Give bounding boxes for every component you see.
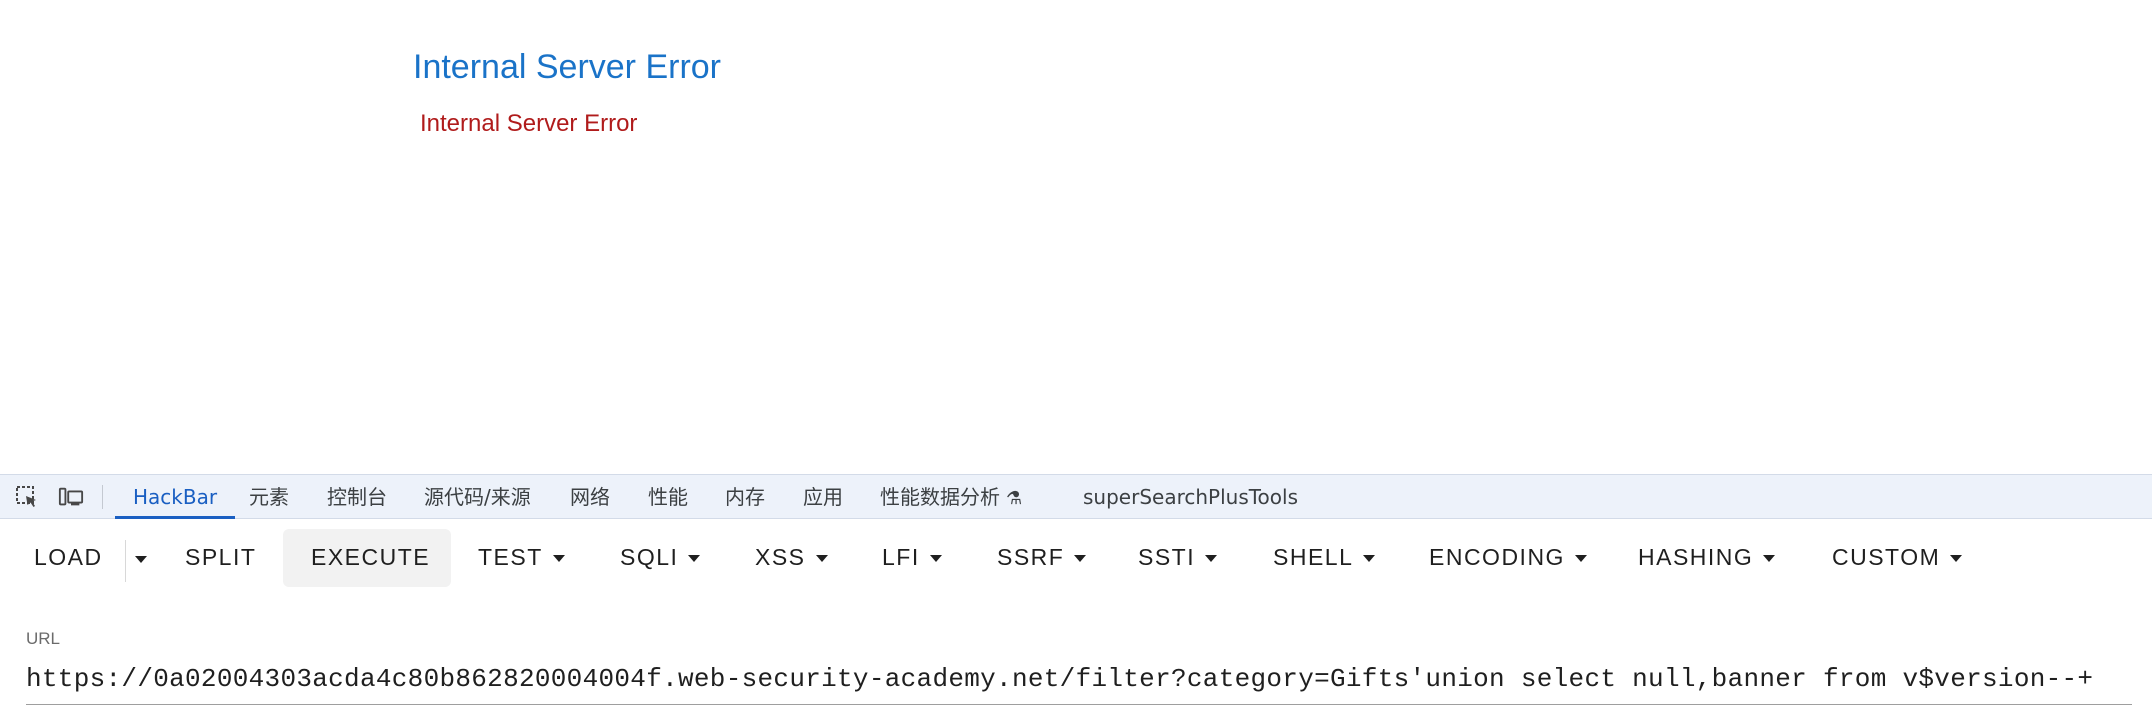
inspect-element-icon[interactable] [14,484,40,510]
tab-performance[interactable]: 性能 [648,475,688,519]
shell-dropdown[interactable]: SHELL [1273,530,1376,584]
chevron-down-icon [688,555,701,563]
ssrf-label: SSRF [997,544,1065,570]
page-title: Internal Server Error [413,48,721,86]
sqli-label: SQLI [620,544,679,570]
tab-supersearchplustools[interactable]: superSearchPlusTools [1083,475,1298,519]
execute-button[interactable]: EXECUTE [311,530,430,584]
encoding-label: ENCODING [1429,544,1565,570]
tab-sources[interactable]: 源代码/来源 [424,475,531,519]
chevron-down-icon [1574,555,1587,563]
ssti-dropdown[interactable]: SSTI [1138,530,1218,584]
load-divider [125,540,126,582]
lfi-label: LFI [882,544,920,570]
tab-console[interactable]: 控制台 [327,475,387,519]
tab-network[interactable]: 网络 [570,475,610,519]
chevron-down-icon [1363,555,1376,563]
hashing-label: HASHING [1638,544,1754,570]
ssti-label: SSTI [1138,544,1196,570]
custom-label: CUSTOM [1832,544,1941,570]
toolbar-divider [102,485,103,509]
sqli-dropdown[interactable]: SQLI [620,530,701,584]
chevron-down-icon [929,555,942,563]
chevron-down-icon [1074,555,1087,563]
tab-memory[interactable]: 内存 [725,475,765,519]
ssrf-dropdown[interactable]: SSRF [997,530,1087,584]
custom-dropdown[interactable]: CUSTOM [1832,530,1963,584]
encoding-dropdown[interactable]: ENCODING [1429,530,1587,584]
lfi-dropdown[interactable]: LFI [882,530,942,584]
tab-application[interactable]: 应用 [803,475,843,519]
xss-dropdown[interactable]: XSS [755,530,828,584]
chevron-down-icon [815,555,828,563]
device-toolbar-icon[interactable] [58,484,84,510]
load-dropdown-caret-icon[interactable] [135,556,147,563]
xss-label: XSS [755,544,806,570]
chevron-down-icon [1950,555,1963,563]
load-button[interactable]: LOAD [34,530,103,584]
test-dropdown[interactable]: TEST [478,530,565,584]
tab-performance-insights-label: 性能数据分析 [880,485,1000,509]
url-underline [26,704,2132,705]
chevron-down-icon [552,555,565,563]
test-label: TEST [478,544,543,570]
shell-label: SHELL [1273,544,1354,570]
chevron-down-icon [1763,555,1776,563]
flask-icon: ⚗ [1006,488,1023,509]
split-button[interactable]: SPLIT [185,530,256,584]
url-label: URL [26,629,61,648]
tab-elements[interactable]: 元素 [249,475,289,519]
url-input[interactable]: https://0a02004303acda4c80b862820004004f… [26,664,2093,694]
devtools-tabbar: HackBar 元素 控制台 源代码/来源 网络 性能 内存 应用 性能数据分析… [0,474,2152,519]
hashing-dropdown[interactable]: HASHING [1638,530,1776,584]
tab-hackbar[interactable]: HackBar [114,475,236,519]
chevron-down-icon [1205,555,1218,563]
tab-performance-insights[interactable]: 性能数据分析 ⚗ [880,475,1022,519]
error-message: Internal Server Error [420,110,638,137]
